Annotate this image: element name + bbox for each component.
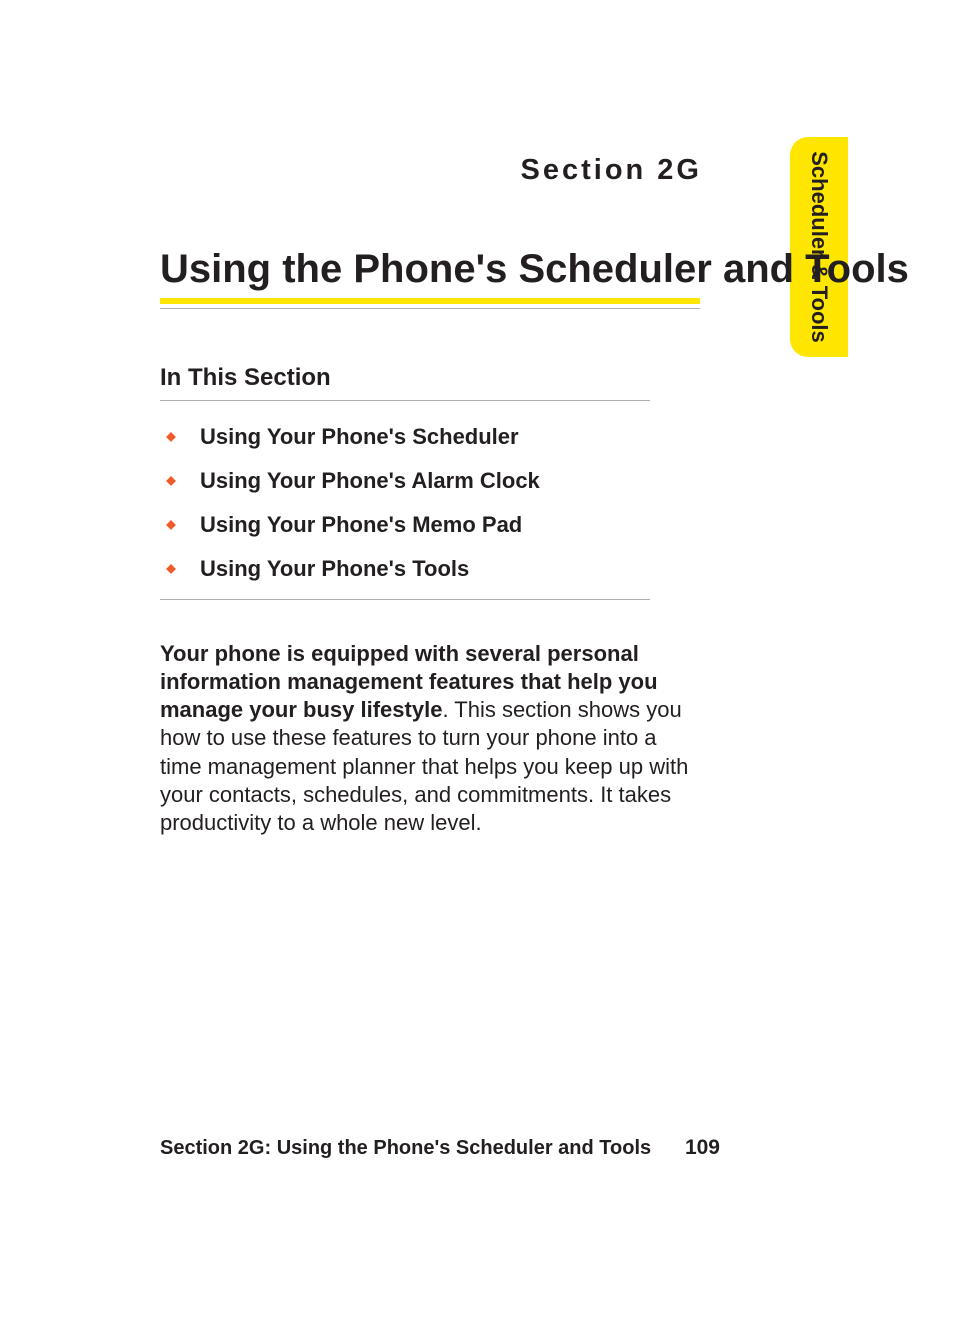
toc-item-label: Using Your Phone's Memo Pad: [200, 512, 522, 538]
diamond-bullet-icon: [160, 564, 200, 574]
subhead-in-this-section: In This Section: [160, 364, 331, 392]
diamond-bullet-icon: [160, 432, 200, 442]
intro-paragraph: Your phone is equipped with several pers…: [160, 640, 700, 837]
section-label: Section 2G: [521, 154, 703, 187]
toc-item-label: Using Your Phone's Alarm Clock: [200, 468, 540, 494]
title-underline: [160, 298, 700, 304]
page: Scheduler & Tools Section 2G Using the P…: [0, 0, 954, 1336]
title-divider: [160, 308, 700, 309]
toc-item-label: Using Your Phone's Scheduler: [200, 424, 519, 450]
diamond-bullet-icon: [160, 476, 200, 486]
toc-item-label: Using Your Phone's Tools: [200, 556, 469, 582]
page-title: Using the Phone's Scheduler and Tools: [160, 247, 909, 292]
toc-item: Using Your Phone's Tools: [160, 556, 700, 582]
toc-list: Using Your Phone's Scheduler Using Your …: [160, 424, 700, 600]
toc-item: Using Your Phone's Scheduler: [160, 424, 700, 450]
divider-bottom: [160, 599, 650, 600]
diamond-bullet-icon: [160, 520, 200, 530]
page-footer: Section 2G: Using the Phone's Scheduler …: [160, 1136, 720, 1160]
toc-item: Using Your Phone's Alarm Clock: [160, 468, 700, 494]
footer-text: Section 2G: Using the Phone's Scheduler …: [160, 1137, 651, 1160]
toc-item: Using Your Phone's Memo Pad: [160, 512, 700, 538]
divider-top: [160, 400, 650, 401]
footer-page-number: 109: [685, 1136, 720, 1160]
